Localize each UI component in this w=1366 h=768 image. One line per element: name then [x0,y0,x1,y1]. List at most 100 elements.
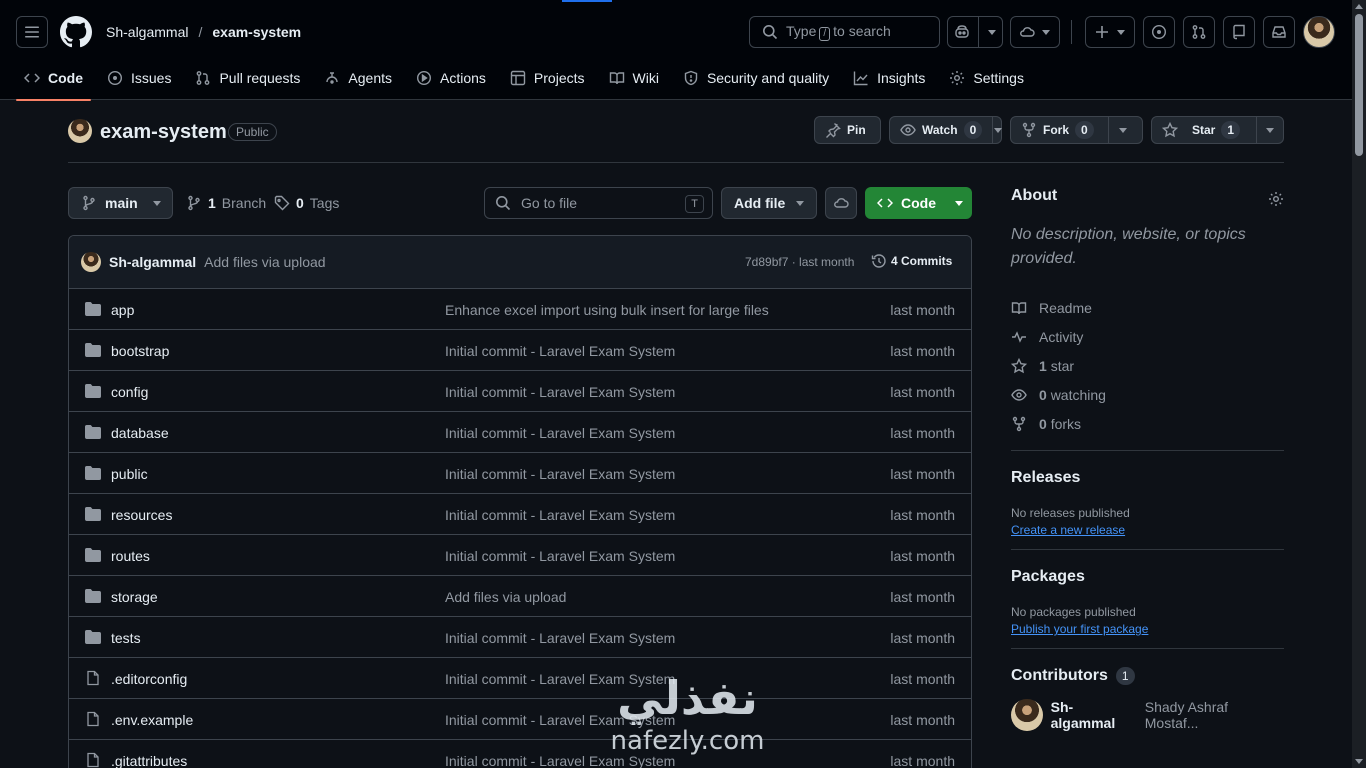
tab-pull-requests[interactable]: Pull requests [187,62,308,94]
file-commit-message[interactable]: Initial commit - Laravel Exam System [445,753,675,768]
file-name[interactable]: resources [111,507,172,523]
add-file-button[interactable]: Add file [721,187,817,219]
file-commit-message[interactable]: Initial commit - Laravel Exam System [445,425,675,441]
file-commit-message[interactable]: Enhance excel import using bulk insert f… [445,302,769,318]
gear-icon[interactable] [1268,191,1284,207]
file-row[interactable]: .gitattributes Initial commit - Laravel E… [69,740,971,768]
file-commit-message[interactable]: Initial commit - Laravel Exam System [445,671,675,687]
repo-title[interactable]: exam-system [100,121,227,144]
file-name[interactable]: storage [111,589,158,605]
contributors-heading[interactable]: Contributors [1011,667,1108,685]
readme-link[interactable]: Readme [1011,293,1284,322]
stars-link[interactable]: 1 star [1011,351,1284,380]
packages-heading[interactable]: Packages [1011,568,1284,586]
watching-link[interactable]: 0 watching [1011,380,1284,409]
file-commit-message[interactable]: Initial commit - Laravel Exam System [445,343,675,359]
commit-author-avatar[interactable] [81,252,101,272]
copilot-button[interactable] [947,16,1003,48]
go-to-file-input[interactable]: Go to file T [484,187,713,219]
fork-button[interactable]: Fork 0 [1010,116,1143,144]
watch-dropdown[interactable] [992,117,1003,143]
star-dropdown[interactable] [1256,117,1283,143]
search-input[interactable]: Type / to search [749,16,940,48]
file-row[interactable]: resources Initial commit - Laravel Exam S… [69,494,971,535]
file-name[interactable]: tests [111,630,141,646]
contributor-avatar[interactable] [1011,699,1043,731]
tab-agents[interactable]: Agents [316,62,400,94]
file-commit-message[interactable]: Initial commit - Laravel Exam System [445,712,675,728]
file-name[interactable]: .editorconfig [111,671,187,687]
pin-button[interactable]: Pin [814,116,881,144]
scroll-down-arrow[interactable] [1355,759,1363,764]
repositories-button[interactable] [1223,16,1255,48]
tab-wiki[interactable]: Wiki [601,62,667,94]
file-row[interactable]: database Initial commit - Laravel Exam Sy… [69,412,971,453]
branches-link[interactable]: 1 Branch [186,195,266,211]
create-new-button[interactable] [1085,16,1135,48]
notifications-button[interactable] [1263,16,1295,48]
file-row[interactable]: .editorconfig Initial commit - Laravel Ex… [69,658,971,699]
folder-icon [85,383,101,399]
file-name[interactable]: app [111,302,134,318]
tab-settings[interactable]: Settings [941,62,1032,94]
file-row[interactable]: .env.example Initial commit - Laravel Exa… [69,699,971,740]
tab-projects[interactable]: Projects [502,62,593,94]
watch-button[interactable]: Watch 0 [889,116,1003,144]
file-row[interactable]: tests Initial commit - Laravel Exam Syste… [69,617,971,658]
codespaces-button[interactable] [1010,16,1060,48]
file-commit-message[interactable]: Initial commit - Laravel Exam System [445,630,675,646]
star-icon [1011,357,1027,373]
file-row[interactable]: public Initial commit - Laravel Exam Syst… [69,453,971,494]
branch-selector[interactable]: main [68,187,173,219]
forks-link[interactable]: 0 forks [1011,409,1284,438]
scroll-up-arrow[interactable] [1355,4,1363,9]
contributor-login[interactable]: Sh-algammal [1051,699,1137,731]
file-row[interactable]: bootstrap Initial commit - Laravel Exam S… [69,330,971,371]
commits-history-link[interactable]: 4 Commits [871,253,952,269]
codespaces-upload-button[interactable] [825,187,857,219]
page-scrollbar[interactable] [1352,0,1366,768]
file-name[interactable]: .gitattributes [111,753,187,768]
commit-author[interactable]: Sh-algammal [109,254,196,270]
releases-heading[interactable]: Releases [1011,469,1284,487]
code-clone-button[interactable]: Code [865,187,972,219]
tags-link[interactable]: 0 Tags [274,195,339,211]
tab-code[interactable]: Code [16,62,91,101]
file-row[interactable]: storage Add files via upload last month [69,576,971,617]
breadcrumb-repo-link[interactable]: exam-system [212,24,301,40]
create-release-link[interactable]: Create a new release [1011,523,1284,537]
file-row[interactable]: routes Initial commit - Laravel Exam Syst… [69,535,971,576]
file-name[interactable]: public [111,466,148,482]
commit-message[interactable]: Add files via upload [204,254,325,270]
file-row[interactable]: config Initial commit - Laravel Exam Syst… [69,371,971,412]
contributor-item[interactable]: Sh-algammal Shady Ashraf Mostaf... [1011,699,1284,731]
file-name[interactable]: .env.example [111,712,193,728]
user-avatar[interactable] [1303,16,1335,48]
file-name[interactable]: database [111,425,169,441]
file-name[interactable]: routes [111,548,150,564]
file-name[interactable]: bootstrap [111,343,169,359]
tab-actions[interactable]: Actions [408,62,494,94]
menu-button[interactable] [16,16,48,48]
activity-link[interactable]: Activity [1011,322,1284,351]
breadcrumb-owner-link[interactable]: Sh-algammal [106,24,188,40]
tab-issues[interactable]: Issues [99,62,179,94]
repo-owner-avatar[interactable] [68,119,92,143]
issues-button[interactable] [1143,16,1175,48]
star-button[interactable]: Star 1 [1151,116,1284,144]
tab-security[interactable]: Security and quality [675,62,837,94]
commit-hash[interactable]: 7d89bf7 · last month [745,255,854,269]
file-row[interactable]: app Enhance excel import using bulk inser… [69,289,971,330]
tab-insights[interactable]: Insights [845,62,933,94]
file-commit-message[interactable]: Initial commit - Laravel Exam System [445,548,675,564]
file-commit-message[interactable]: Initial commit - Laravel Exam System [445,507,675,523]
file-commit-message[interactable]: Initial commit - Laravel Exam System [445,466,675,482]
fork-dropdown[interactable] [1107,117,1138,143]
scrollbar-thumb[interactable] [1355,14,1363,156]
pull-requests-button[interactable] [1183,16,1215,48]
github-logo-icon[interactable] [60,16,92,48]
file-name[interactable]: config [111,384,148,400]
publish-package-link[interactable]: Publish your first package [1011,622,1284,636]
file-commit-message[interactable]: Initial commit - Laravel Exam System [445,384,675,400]
file-commit-message[interactable]: Add files via upload [445,589,566,605]
